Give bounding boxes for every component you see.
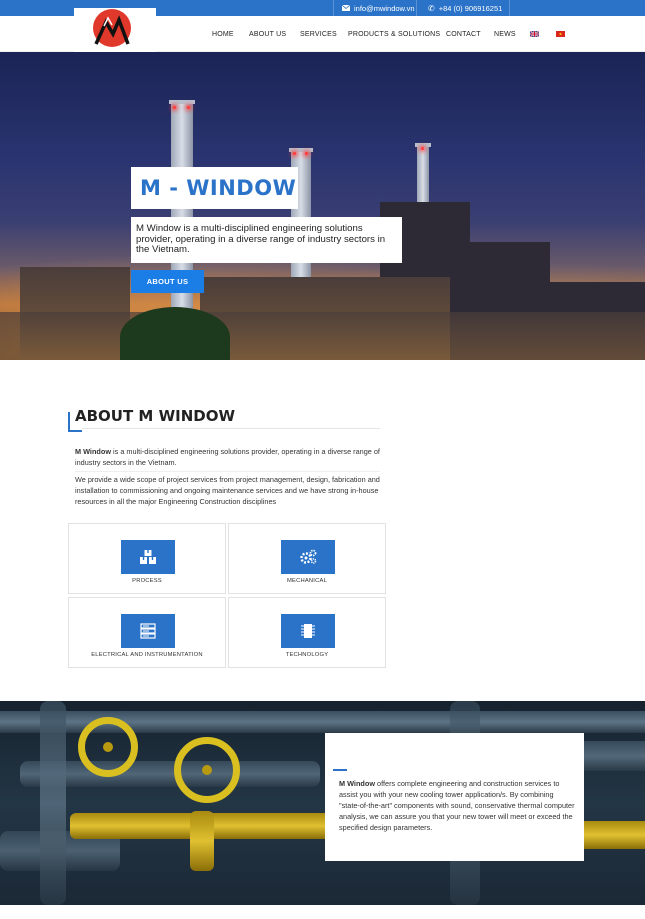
process-icon-box: [121, 540, 175, 574]
building: [0, 312, 645, 360]
nav-home[interactable]: HOME: [212, 31, 234, 38]
chip-icon: [301, 624, 315, 638]
info-card-text: M Window offers complete engineering and…: [339, 778, 575, 833]
nav-about-us[interactable]: ABOUT US: [249, 31, 286, 38]
about-title: ABOUT M WINDOW: [75, 407, 236, 425]
info-company-name: M Window: [339, 779, 376, 788]
service-card-electrical[interactable]: ELECTRICAL AND INSTRUMENTATION: [68, 597, 226, 668]
pipe: [40, 701, 66, 905]
gears-icon: [300, 549, 317, 564]
hero-title-box: M - WINDOW: [131, 167, 298, 209]
info-card-accent: [333, 769, 347, 771]
about-paragraph-2: We provide a wide scope of project servi…: [75, 475, 380, 506]
nav-news[interactable]: NEWS: [494, 31, 516, 38]
service-card-process[interactable]: PROCESS: [68, 523, 226, 594]
card-label: TECHNOLOGY: [285, 652, 329, 658]
logo[interactable]: [74, 8, 156, 52]
hero-title: M - WINDOW: [140, 176, 297, 200]
hero-description-box: M Window is a multi-disciplined engineer…: [131, 217, 402, 263]
trees: [120, 307, 230, 360]
nav-services[interactable]: SERVICES: [300, 31, 337, 38]
hero-banner: [0, 52, 645, 360]
email-link[interactable]: info@mwindow.vn: [333, 0, 417, 16]
about-paragraph-1: M Window is a multi-disciplined engineer…: [75, 446, 380, 468]
electrical-icon-box: [121, 614, 175, 648]
page-bottom: [0, 905, 645, 919]
about-paragraph-1-text: is a multi-disciplined engineering solut…: [75, 447, 380, 467]
uk-flag-icon[interactable]: [530, 31, 539, 37]
boxes-icon: [140, 550, 156, 564]
card-label: PROCESS: [132, 578, 162, 584]
service-card-technology[interactable]: TECHNOLOGY: [228, 597, 386, 668]
envelope-icon: [342, 5, 350, 11]
logo-icon: [93, 9, 131, 47]
mechanical-icon-box: [281, 540, 335, 574]
title-divider: [82, 428, 380, 429]
vietnam-flag-icon[interactable]: [556, 31, 565, 37]
about-company-name: M Window: [75, 447, 112, 456]
yellow-pipe: [190, 811, 214, 871]
hero-description: M Window is a multi-disciplined engineer…: [136, 223, 386, 255]
valve-wheel: [78, 717, 138, 777]
nav-products-solutions[interactable]: PRODUCTS & SOLUTIONS: [348, 31, 440, 38]
card-label: ELECTRICAL AND INSTRUMENTATION: [91, 652, 203, 658]
server-icon: [140, 623, 156, 639]
nav-contact[interactable]: CONTACT: [446, 31, 481, 38]
phone-text: +84 (0) 906916251: [438, 3, 503, 13]
info-card-body: offers complete engineering and construc…: [339, 779, 575, 832]
about-us-button[interactable]: ABOUT US: [131, 270, 204, 293]
email-text: info@mwindow.vn: [354, 3, 415, 13]
paragraph-divider: [75, 471, 380, 472]
service-card-mechanical[interactable]: MECHANICAL: [228, 523, 386, 594]
valve-wheel: [174, 737, 240, 803]
technology-icon-box: [281, 614, 335, 648]
phone-link[interactable]: ✆ +84 (0) 906916251: [420, 0, 510, 16]
phone-icon: ✆: [428, 3, 435, 13]
card-label: MECHANICAL: [286, 578, 327, 584]
